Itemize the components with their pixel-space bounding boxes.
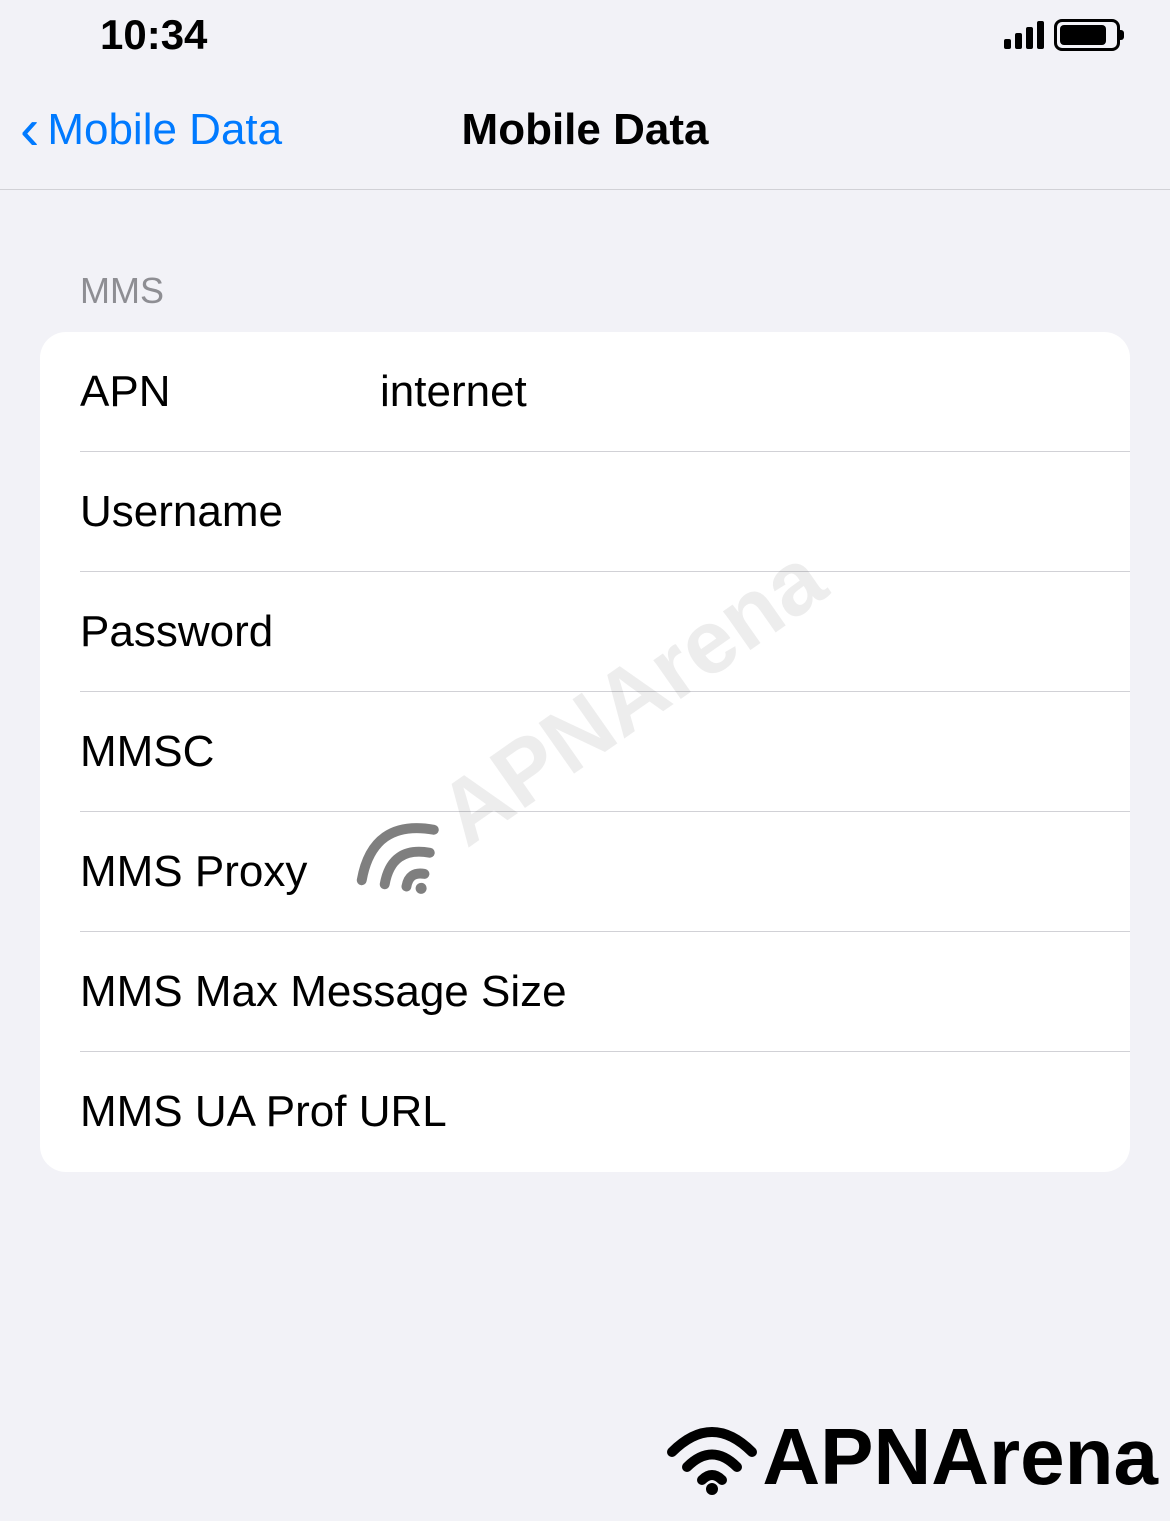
input-mms-proxy[interactable] <box>380 847 1130 897</box>
label-mms-max-size: MMS Max Message Size <box>80 967 567 1017</box>
wifi-icon <box>662 1417 762 1497</box>
label-mmsc: MMSC <box>80 727 380 777</box>
label-mms-proxy: MMS Proxy <box>80 847 380 897</box>
input-mmsc[interactable] <box>380 727 1130 777</box>
back-button[interactable]: ‹ Mobile Data <box>20 101 282 159</box>
row-mms-max-size[interactable]: MMS Max Message Size <box>40 932 1130 1052</box>
input-username[interactable] <box>380 487 1130 537</box>
watermark-logo: APNArena <box>662 1411 1158 1503</box>
label-mms-ua-prof: MMS UA Prof URL <box>80 1087 447 1137</box>
status-icons <box>1004 19 1120 51</box>
battery-icon <box>1054 19 1120 51</box>
watermark-logo-text: APNArena <box>762 1411 1158 1503</box>
section-header-mms: MMS <box>40 270 1130 332</box>
input-password[interactable] <box>380 607 1130 657</box>
status-time: 10:34 <box>100 11 207 59</box>
input-apn[interactable] <box>380 367 1130 417</box>
label-apn: APN <box>80 367 380 417</box>
status-bar: 10:34 <box>0 0 1170 70</box>
back-button-label: Mobile Data <box>47 105 282 155</box>
row-username[interactable]: Username <box>40 452 1130 572</box>
settings-group-mms: APN Username Password MMSC MMS Proxy MMS… <box>40 332 1130 1172</box>
navigation-bar: ‹ Mobile Data Mobile Data <box>0 70 1170 190</box>
content-area: MMS APN Username Password MMSC MMS Proxy… <box>0 190 1170 1172</box>
chevron-left-icon: ‹ <box>20 101 39 159</box>
row-mms-proxy[interactable]: MMS Proxy <box>40 812 1130 932</box>
page-title: Mobile Data <box>462 105 709 155</box>
row-mmsc[interactable]: MMSC <box>40 692 1130 812</box>
row-apn[interactable]: APN <box>40 332 1130 452</box>
cellular-signal-icon <box>1004 21 1044 49</box>
row-mms-ua-prof[interactable]: MMS UA Prof URL <box>40 1052 1130 1172</box>
label-username: Username <box>80 487 380 537</box>
row-password[interactable]: Password <box>40 572 1130 692</box>
label-password: Password <box>80 607 380 657</box>
